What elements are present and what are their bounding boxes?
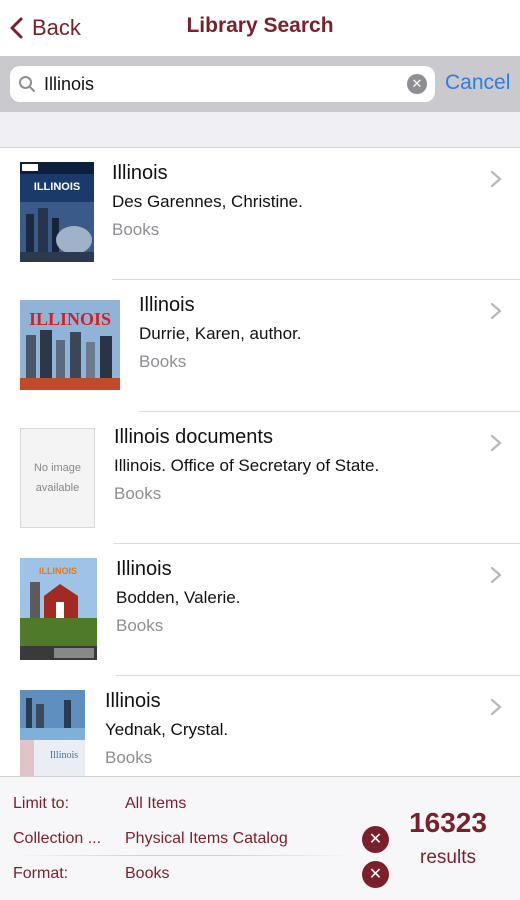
back-button[interactable]: Back	[8, 12, 81, 44]
result-text: Illinois Des Garennes, Christine. Books	[112, 162, 303, 240]
svg-text:ILLINOIS: ILLINOIS	[29, 309, 111, 329]
result-title: Illinois documents	[114, 426, 273, 448]
result-author: Durrie, Karen, author.	[139, 324, 302, 343]
result-type: Books	[105, 748, 153, 767]
no-image-text: available	[35, 482, 80, 494]
result-row[interactable]: ILLINOIS Illinois Durrie, Karen, author.…	[0, 280, 520, 412]
search-bar: ✕	[0, 56, 520, 112]
book-cover-image: Illinois	[20, 690, 85, 776]
filter-value[interactable]: All Items	[125, 795, 186, 813]
filter-divider	[13, 855, 353, 856]
chevron-right-icon	[490, 170, 502, 188]
filter-label: Collection ...	[13, 830, 102, 847]
chevron-right-icon	[490, 566, 502, 584]
book-cover-image: ILLINOIS	[20, 558, 97, 660]
result-author: Des Garennes, Christine.	[112, 192, 303, 211]
chevron-right-icon	[490, 698, 502, 716]
svg-text:Illinois: Illinois	[50, 750, 78, 761]
result-row[interactable]: ILLINOIS Illinois Des Garennes, Christin…	[0, 148, 520, 280]
book-cover-image: ILLINOIS	[20, 162, 94, 262]
chevron-right-icon	[490, 434, 502, 452]
result-author: Yednak, Crystal.	[105, 720, 229, 739]
result-text: Illinois Yednak, Crystal. Books	[105, 690, 228, 768]
remove-filter-icon[interactable]: ✕	[362, 826, 389, 853]
result-row[interactable]: ILLINOIS Illinois Bodden, Valerie. Books	[0, 544, 520, 676]
svg-text:ILLINOIS: ILLINOIS	[34, 181, 80, 193]
result-type: Books	[114, 484, 162, 503]
section-spacer	[0, 112, 520, 148]
back-label: Back	[32, 15, 81, 40]
filter-label: Format:	[13, 865, 69, 882]
results-count: 16323	[409, 807, 487, 838]
result-type: Books	[112, 220, 160, 239]
filter-panel: Limit to: All Items Collection ... Physi…	[0, 776, 520, 900]
result-text: Illinois documents Illinois. Office of S…	[114, 426, 379, 504]
svg-text:ILLINOIS: ILLINOIS	[39, 566, 77, 576]
filter-row-collection[interactable]: Collection ... Physical Items Catalog ✕	[0, 826, 400, 856]
chevron-right-icon	[490, 302, 502, 320]
result-author: Illinois. Office of Secretary of State.	[114, 456, 380, 475]
no-image-text: No image	[33, 462, 82, 474]
result-title: Illinois	[105, 690, 161, 712]
filter-label: Limit to:	[13, 795, 70, 812]
results-count-label: results	[420, 847, 476, 868]
filter-row-limit[interactable]: Limit to: All Items	[0, 791, 400, 821]
filter-value[interactable]: Physical Items Catalog	[125, 830, 288, 848]
no-image-placeholder: No image available	[20, 428, 95, 528]
result-title: Illinois	[139, 294, 195, 316]
navigation-bar: Back Library Search	[0, 0, 520, 56]
result-type: Books	[139, 352, 187, 371]
clear-search-icon[interactable]: ✕	[407, 74, 427, 94]
filter-row-format[interactable]: Format: Books ✕	[0, 861, 400, 891]
chevron-left-icon	[10, 17, 23, 39]
result-text: Illinois Bodden, Valerie. Books	[116, 558, 240, 636]
cancel-button[interactable]: Cancel	[445, 71, 510, 95]
result-author: Bodden, Valerie.	[116, 588, 241, 607]
result-type: Books	[116, 616, 164, 635]
filter-value[interactable]: Books	[125, 865, 169, 883]
result-row[interactable]: No image available Illinois documents Il…	[0, 412, 520, 544]
result-text: Illinois Durrie, Karen, author. Books	[139, 294, 302, 372]
search-icon	[19, 76, 35, 92]
results-list: ILLINOIS Illinois Des Garennes, Christin…	[0, 148, 520, 776]
result-title: Illinois	[112, 162, 168, 184]
search-input[interactable]	[44, 66, 404, 102]
search-field[interactable]: ✕	[10, 66, 435, 102]
result-title: Illinois	[116, 558, 172, 580]
result-row[interactable]: Illinois Illinois Yednak, Crystal. Books	[0, 676, 520, 776]
remove-filter-icon[interactable]: ✕	[362, 861, 389, 888]
book-cover-image: ILLINOIS	[20, 300, 120, 390]
